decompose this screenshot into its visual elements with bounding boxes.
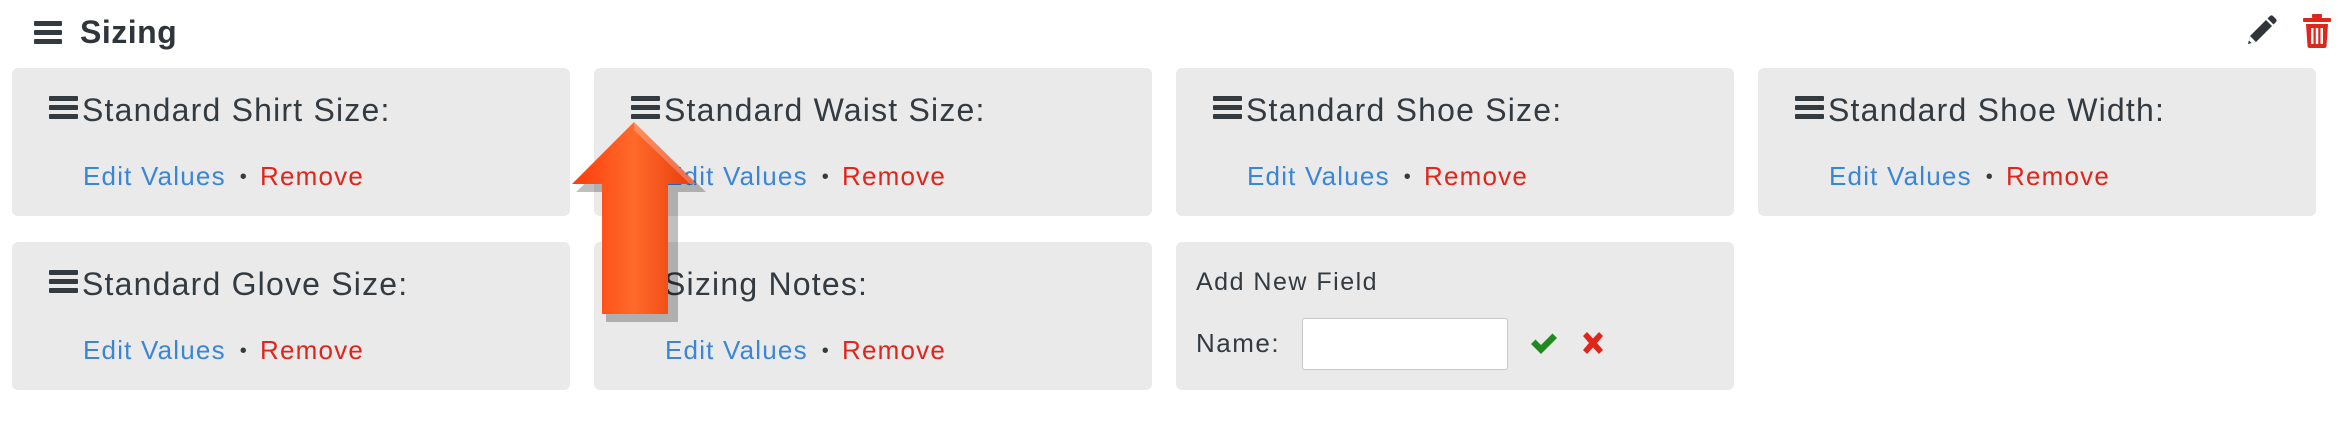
separator-dot: • [1403, 166, 1412, 188]
up-arrow-icon [572, 122, 706, 322]
hamburger-icon[interactable] [49, 96, 78, 119]
field-label: Standard Glove Size: [82, 266, 409, 302]
name-input[interactable] [1302, 318, 1508, 370]
remove-link[interactable]: Remove [1424, 161, 1528, 191]
name-label: Name: [1196, 328, 1281, 358]
separator-dot: • [821, 340, 830, 362]
add-field-title: Add New Field [1196, 268, 1379, 296]
remove-link[interactable]: Remove [842, 335, 946, 365]
field-actions: Edit Values • Remove [83, 334, 364, 367]
field-actions: Edit Values • Remove [1247, 160, 1528, 193]
edit-values-link[interactable]: Edit Values [665, 335, 808, 365]
field-label: Standard Shoe Width: [1828, 92, 2166, 128]
edit-values-link[interactable]: Edit Values [83, 335, 226, 365]
field-label: Standard Shoe Size: [1246, 92, 1563, 128]
separator-dot: • [1985, 166, 1994, 188]
checkmark-icon[interactable] [1529, 329, 1559, 357]
section-title: Sizing [80, 14, 178, 50]
trash-icon[interactable] [2302, 14, 2332, 48]
field-card: Standard Glove Size: Edit Values • Remove [12, 242, 570, 390]
pencil-icon[interactable] [2245, 15, 2277, 47]
remove-link[interactable]: Remove [842, 161, 946, 191]
separator-dot: • [239, 340, 248, 362]
hamburger-icon[interactable] [1213, 96, 1242, 119]
section-header: Sizing [0, 0, 2350, 66]
field-actions: Edit Values • Remove [1829, 160, 2110, 193]
field-label: Standard Shirt Size: [82, 92, 391, 128]
edit-values-link[interactable]: Edit Values [1829, 161, 1972, 191]
x-icon[interactable] [1580, 329, 1606, 357]
remove-link[interactable]: Remove [2006, 161, 2110, 191]
remove-link[interactable]: Remove [260, 161, 364, 191]
field-card: Standard Shoe Size: Edit Values • Remove [1176, 68, 1734, 216]
separator-dot: • [239, 166, 248, 188]
hamburger-icon[interactable] [631, 96, 660, 119]
hamburger-icon[interactable] [1795, 96, 1824, 119]
remove-link[interactable]: Remove [260, 335, 364, 365]
hamburger-icon[interactable] [34, 21, 62, 44]
hamburger-icon[interactable] [49, 270, 78, 293]
edit-values-link[interactable]: Edit Values [83, 161, 226, 191]
separator-dot: • [821, 166, 830, 188]
field-card: Standard Shoe Width: Edit Values • Remove [1758, 68, 2316, 216]
edit-values-link[interactable]: Edit Values [1247, 161, 1390, 191]
field-actions: Edit Values • Remove [665, 334, 946, 367]
add-field-card: Add New Field Name: [1176, 242, 1734, 390]
field-card: Standard Shirt Size: Edit Values • Remove [12, 68, 570, 216]
field-actions: Edit Values • Remove [83, 160, 364, 193]
